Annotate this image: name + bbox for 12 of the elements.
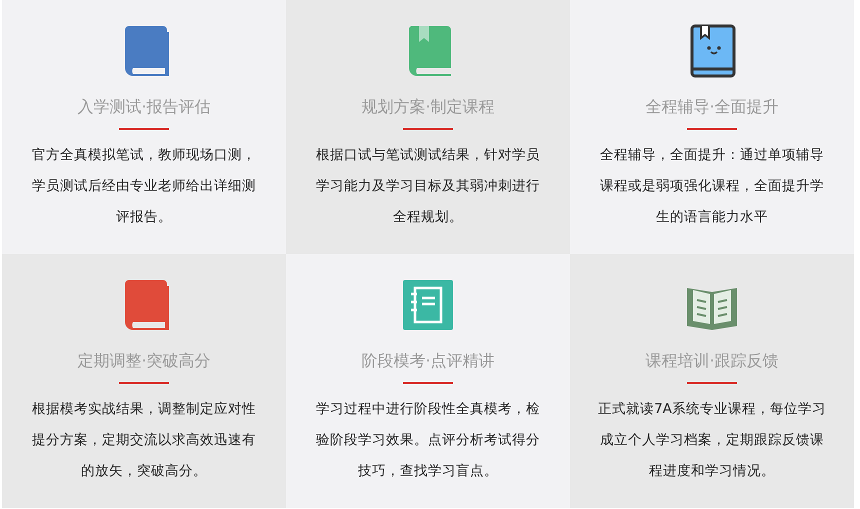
feature-title: 全程辅导·全面提升 xyxy=(645,96,779,118)
feature-description: 根据模考实战结果，调整制定应对性提分方案，定期交流以求高效迅速有的放矢，突破高分。 xyxy=(31,400,257,481)
feature-description: 根据口试与笔试测试结果，针对学员学习能力及学习目标及其弱冲刺进行全程规划。 xyxy=(315,146,541,227)
feature-description: 学习过程中进行阶段性全真模考，检验阶段学习效果。点评分析考试得分技巧，查找学习盲点。 xyxy=(315,400,541,481)
feature-title: 阶段模考·点评精讲 xyxy=(361,350,495,372)
feature-description: 全程辅导，全面提升：通过单项辅导课程或是弱项强化课程，全面提升学生的语言能力水平 xyxy=(599,146,825,227)
feature-title: 课程培训·跟踪反馈 xyxy=(645,350,779,372)
feature-description: 官方全真模拟笔试，教师现场口测，学员测试后经由专业老师给出详细测评报告。 xyxy=(31,146,257,227)
feature-description: 正式就读7A系统专业课程，每位学习成立个人学习档案，定期跟踪反馈课程进度和学习情况。 xyxy=(597,400,827,481)
feature-title: 规划方案·制定课程 xyxy=(361,96,495,118)
feature-title: 定期调整·突破高分 xyxy=(77,350,211,372)
feature-title: 入学测试·报告评估 xyxy=(77,96,211,118)
